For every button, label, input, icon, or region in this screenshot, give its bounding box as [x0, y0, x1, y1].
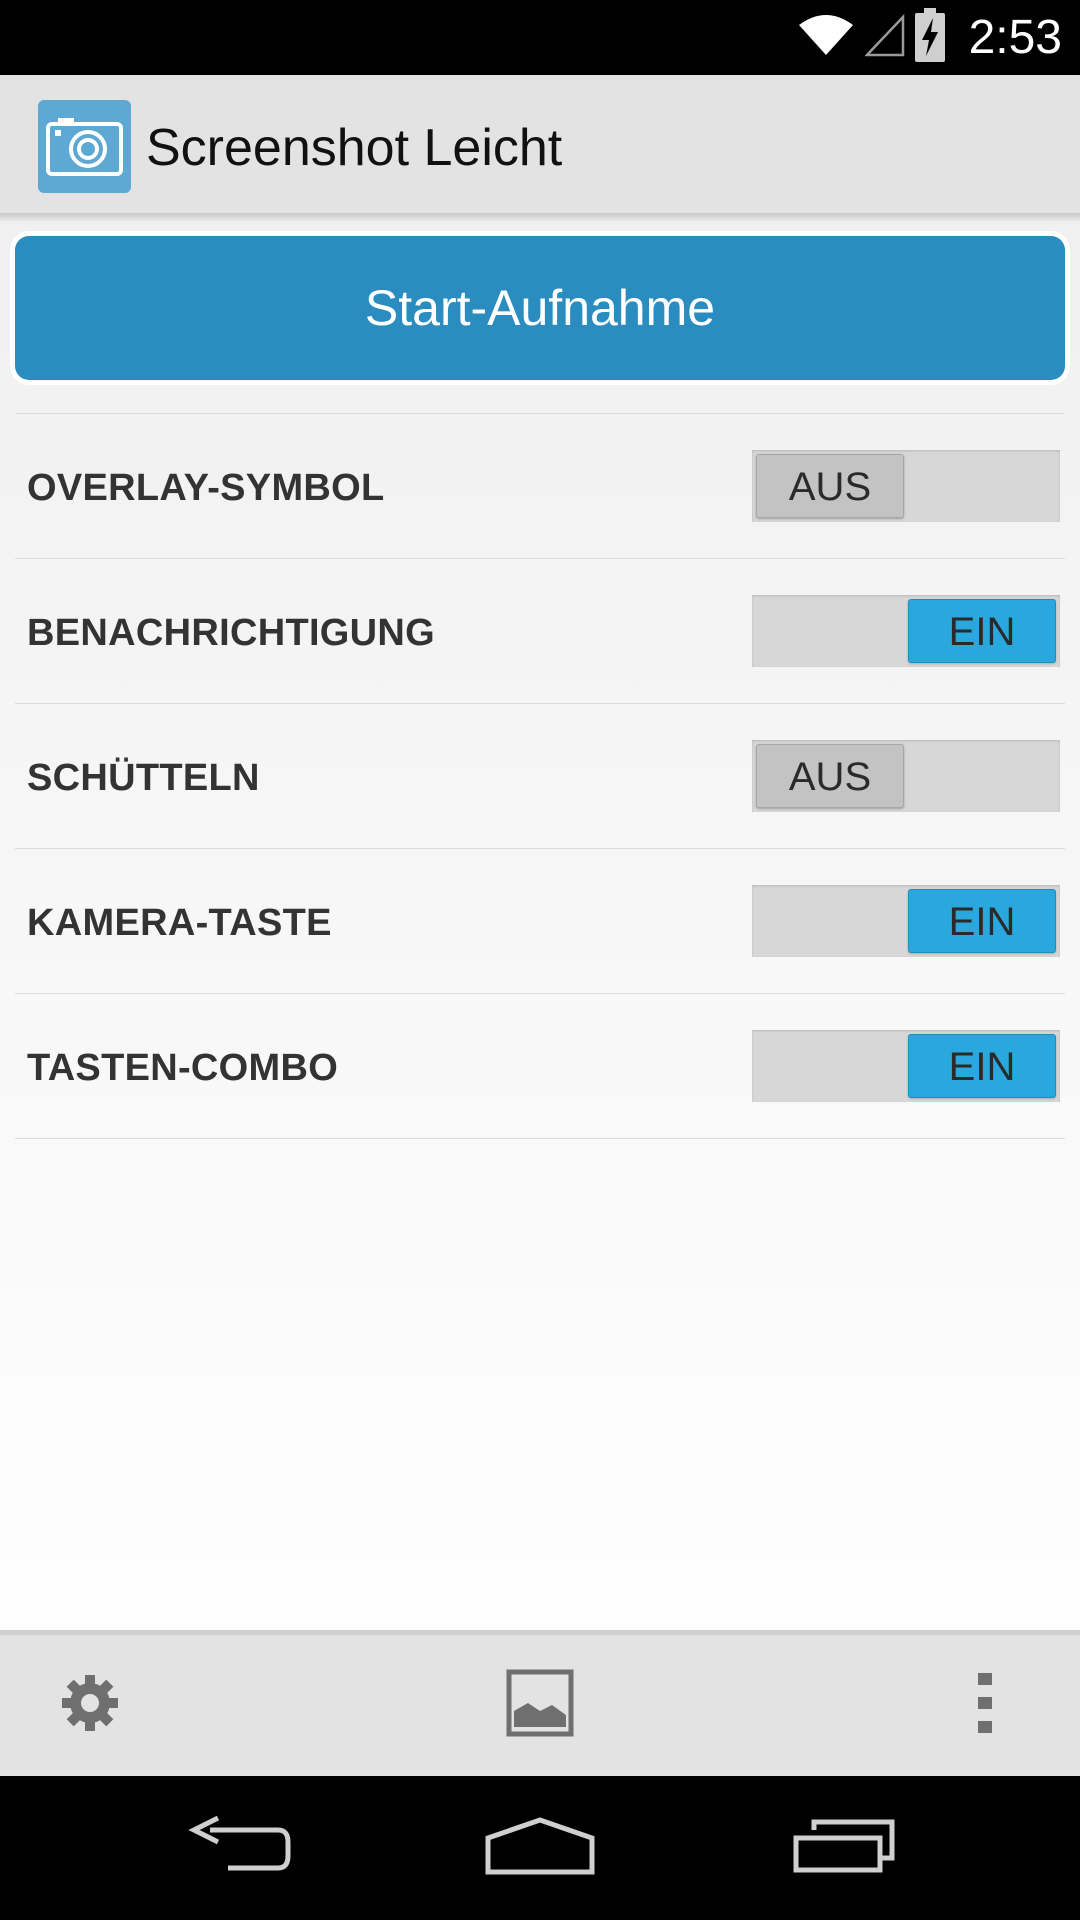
gallery-button[interactable] — [440, 1635, 640, 1776]
main-content: Start-Aufnahme OVERLAY-SYMBOL AUS BENACH… — [0, 221, 1080, 1630]
status-bar: 2:53 — [0, 0, 1080, 75]
start-recording-button[interactable]: Start-Aufnahme — [15, 236, 1065, 380]
action-bar-divider — [0, 213, 1080, 221]
status-icons: 2:53 — [797, 0, 1062, 75]
back-button[interactable] — [120, 1776, 360, 1920]
gallery-icon — [506, 1669, 574, 1742]
back-icon — [188, 1815, 292, 1881]
home-icon — [484, 1816, 596, 1881]
setting-label: BENACHRICHTIGUNG — [27, 612, 436, 654]
battery-charging-icon — [914, 8, 945, 67]
setting-row-key-combo: TASTEN-COMBO EIN — [15, 993, 1065, 1139]
bottom-action-bar — [0, 1630, 1080, 1776]
overlay-symbol-toggle[interactable]: AUS — [752, 450, 1060, 522]
camera-button-toggle[interactable]: EIN — [752, 885, 1060, 957]
camera-icon[interactable] — [38, 100, 131, 193]
notification-toggle[interactable]: EIN — [752, 595, 1060, 667]
shake-toggle[interactable]: AUS — [752, 740, 1060, 812]
toggle-thumb: EIN — [908, 889, 1056, 953]
setting-label: OVERLAY-SYMBOL — [27, 467, 385, 509]
status-time: 2:53 — [968, 11, 1062, 64]
navigation-bar — [0, 1776, 1080, 1920]
gear-icon — [58, 1671, 122, 1740]
setting-row-overlay-symbol: OVERLAY-SYMBOL AUS — [15, 413, 1065, 558]
settings-list: OVERLAY-SYMBOL AUS BENACHRICHTIGUNG EIN … — [15, 413, 1065, 1139]
setting-row-notification: BENACHRICHTIGUNG EIN — [15, 558, 1065, 703]
setting-row-camera-button: KAMERA-TASTE EIN — [15, 848, 1065, 993]
setting-label: SCHÜTTELN — [27, 757, 260, 799]
toggle-thumb: AUS — [756, 744, 904, 808]
wifi-icon — [797, 13, 855, 62]
setting-row-shake: SCHÜTTELN AUS — [15, 703, 1065, 848]
settings-button[interactable] — [0, 1635, 180, 1776]
app-title: Screenshot Leicht — [146, 119, 563, 177]
setting-label: KAMERA-TASTE — [27, 902, 332, 944]
setting-label: TASTEN-COMBO — [27, 1047, 339, 1089]
home-button[interactable] — [420, 1776, 660, 1920]
toggle-thumb: EIN — [908, 1034, 1056, 1098]
overflow-menu-icon — [975, 1671, 995, 1740]
recents-icon — [792, 1818, 896, 1879]
toggle-thumb: EIN — [908, 599, 1056, 663]
overflow-menu-button[interactable] — [890, 1635, 1080, 1776]
signal-icon — [863, 13, 905, 62]
recents-button[interactable] — [724, 1776, 964, 1920]
key-combo-toggle[interactable]: EIN — [752, 1030, 1060, 1102]
toggle-thumb: AUS — [756, 454, 904, 518]
